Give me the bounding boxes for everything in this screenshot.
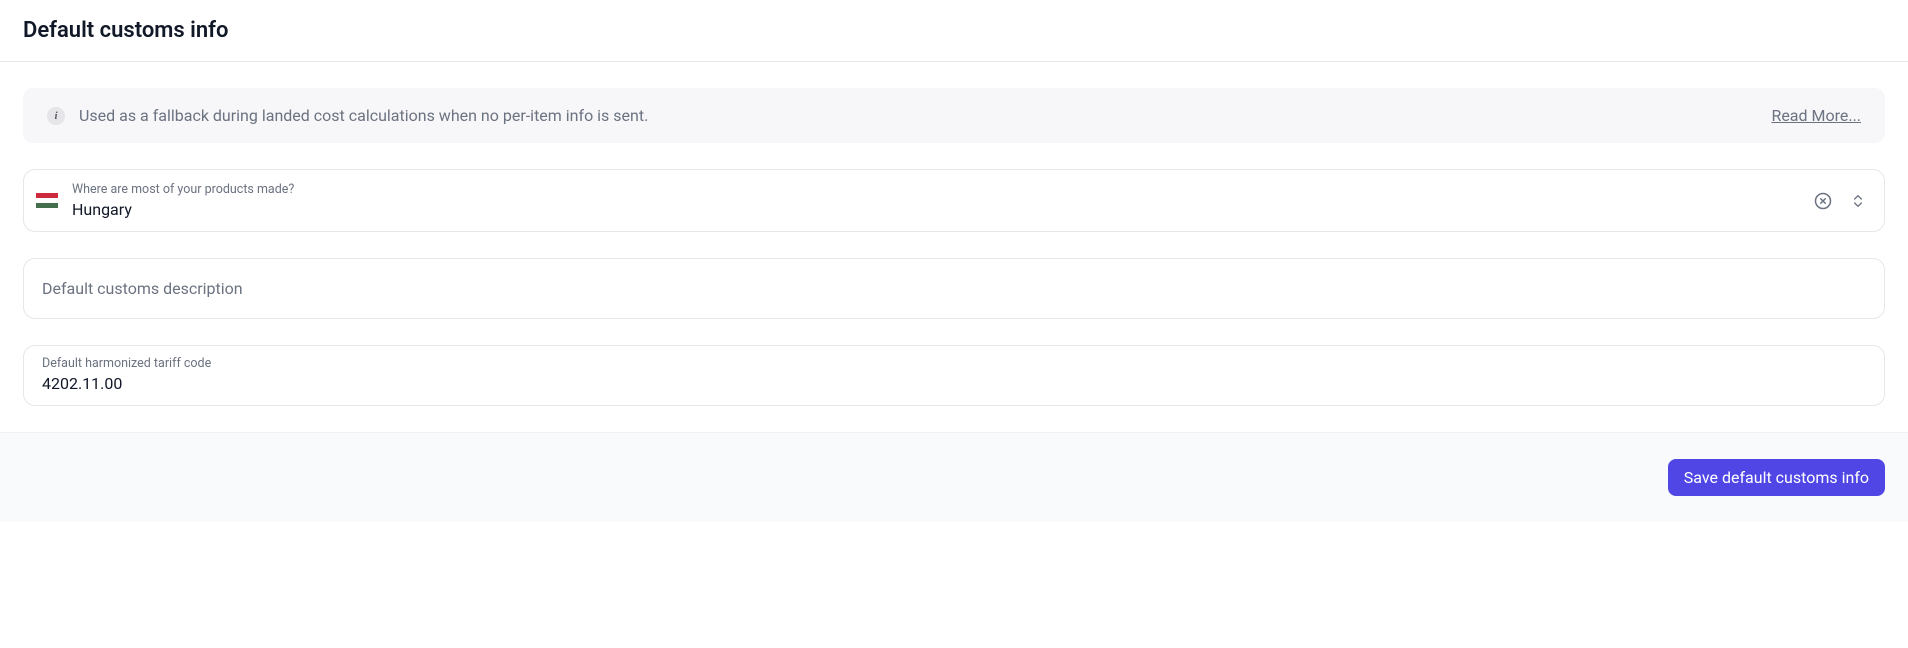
tariff-field-value: 4202.11.00 bbox=[42, 374, 1866, 393]
page-header: Default customs info bbox=[0, 0, 1908, 62]
country-select-field[interactable]: Where are most of your products made? Hu… bbox=[23, 169, 1885, 232]
country-field-actions bbox=[1814, 192, 1866, 210]
info-banner-left: i Used as a fallback during landed cost … bbox=[47, 106, 648, 125]
clear-icon[interactable] bbox=[1814, 192, 1832, 210]
tariff-code-field[interactable]: Default harmonized tariff code 4202.11.0… bbox=[23, 345, 1885, 406]
page-title: Default customs info bbox=[23, 18, 1885, 43]
info-banner: i Used as a fallback during landed cost … bbox=[23, 88, 1885, 143]
read-more-link[interactable]: Read More... bbox=[1771, 106, 1861, 125]
content-area: i Used as a fallback during landed cost … bbox=[0, 62, 1908, 432]
info-banner-text: Used as a fallback during landed cost ca… bbox=[79, 106, 648, 125]
country-field-value: Hungary bbox=[72, 200, 1814, 219]
hungary-flag-icon bbox=[36, 193, 58, 208]
chevron-up-down-icon[interactable] bbox=[1850, 193, 1866, 209]
country-field-text: Where are most of your products made? Hu… bbox=[72, 182, 1814, 219]
info-icon: i bbox=[47, 107, 65, 125]
save-button[interactable]: Save default customs info bbox=[1668, 459, 1885, 496]
customs-description-field[interactable]: Default customs description bbox=[23, 258, 1885, 319]
country-field-label: Where are most of your products made? bbox=[72, 182, 1814, 197]
tariff-field-label: Default harmonized tariff code bbox=[42, 356, 1866, 371]
page-footer: Save default customs info bbox=[0, 432, 1908, 522]
customs-description-placeholder: Default customs description bbox=[42, 279, 1866, 298]
